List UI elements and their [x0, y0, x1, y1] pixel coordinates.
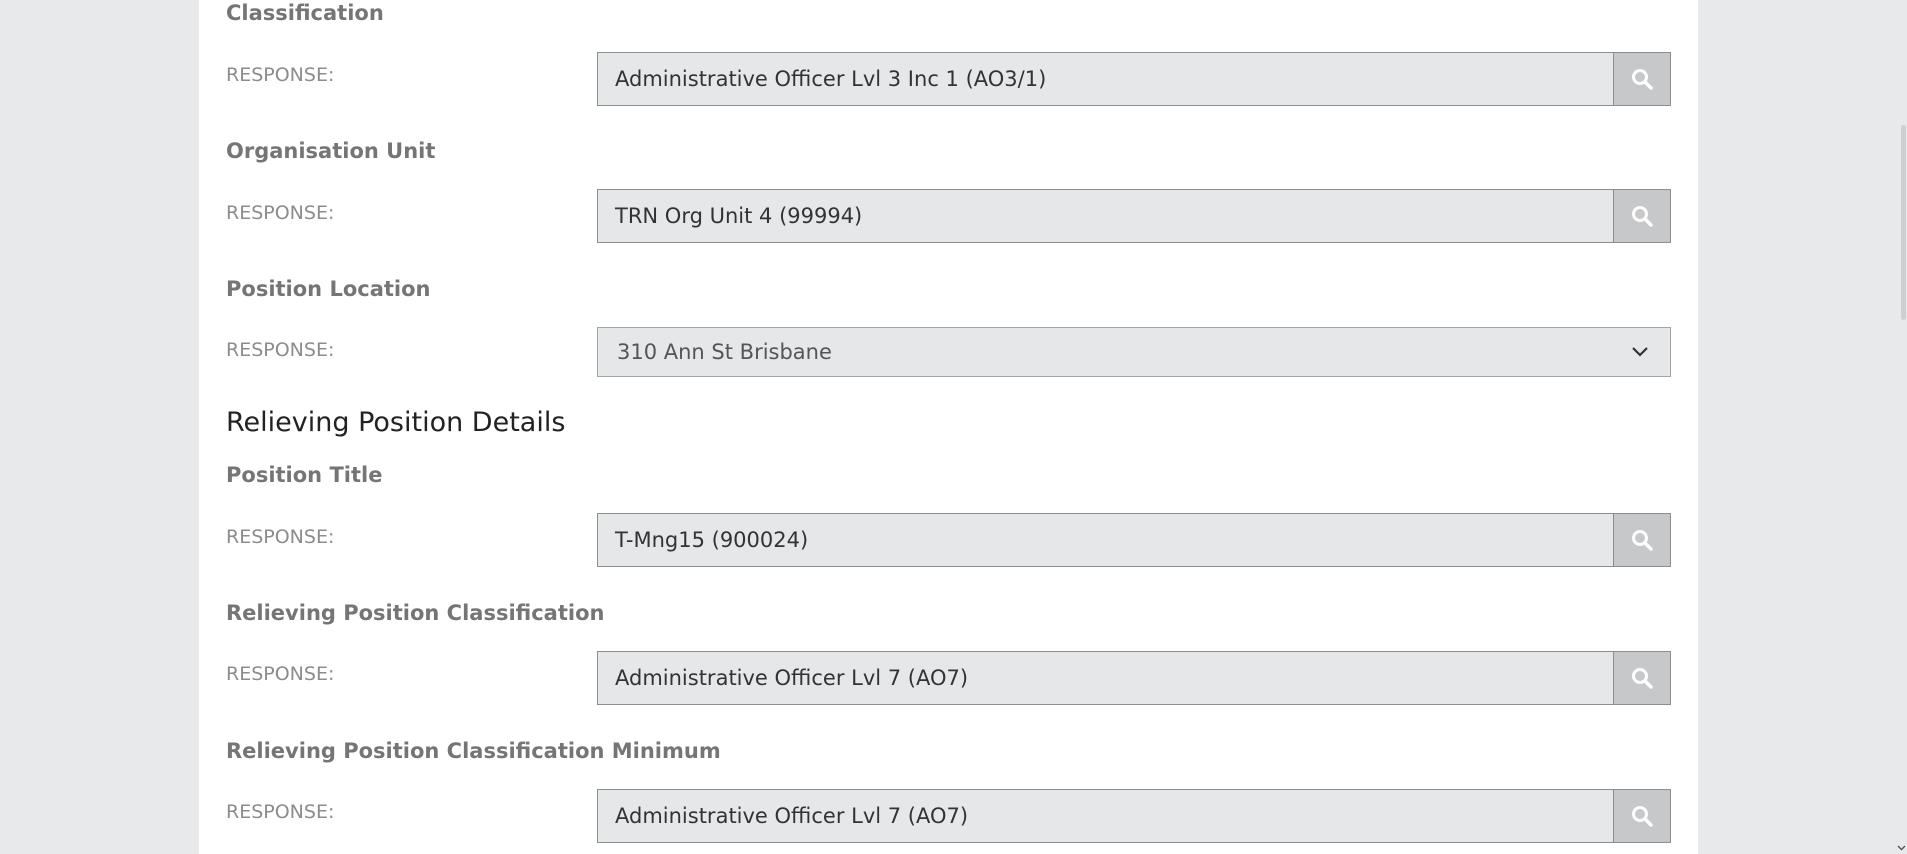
chevron-down-icon — [1632, 347, 1648, 357]
position-location-select[interactable]: 310 Ann St Brisbane — [597, 327, 1671, 377]
position-title-search-button[interactable] — [1613, 514, 1670, 566]
organisation-unit-value[interactable]: TRN Org Unit 4 (99994) — [598, 190, 1613, 242]
scroll-down-arrow-icon[interactable] — [1897, 843, 1906, 852]
relieving-position-classification-minimum-response-label: RESPONSE: — [226, 801, 335, 823]
relieving-position-classification-minimum-field[interactable]: Administrative Officer Lvl 7 (AO7) — [597, 789, 1671, 843]
classification-response-label: RESPONSE: — [226, 64, 335, 86]
organisation-unit-field[interactable]: TRN Org Unit 4 (99994) — [597, 189, 1671, 243]
search-icon — [1632, 69, 1653, 90]
relieving-position-classification-search-button[interactable] — [1613, 652, 1670, 704]
position-location-value[interactable]: 310 Ann St Brisbane — [598, 340, 1610, 364]
organisation-unit-response-label: RESPONSE: — [226, 202, 335, 224]
relieving-position-classification-minimum-value[interactable]: Administrative Officer Lvl 7 (AO7) — [598, 790, 1613, 842]
relieving-position-classification-value[interactable]: Administrative Officer Lvl 7 (AO7) — [598, 652, 1613, 704]
form-panel: Classification RESPONSE: Administrative … — [199, 0, 1698, 854]
relieving-position-classification-label: Relieving Position Classification — [226, 601, 605, 625]
search-icon — [1632, 530, 1653, 551]
search-icon — [1632, 206, 1653, 227]
position-title-response-label: RESPONSE: — [226, 526, 335, 548]
page-scrollbar[interactable] — [1897, 0, 1907, 854]
relieving-position-classification-minimum-search-button[interactable] — [1613, 790, 1670, 842]
classification-label: Classification — [226, 1, 384, 25]
search-icon — [1632, 806, 1653, 827]
position-location-response-label: RESPONSE: — [226, 339, 335, 361]
position-location-label: Position Location — [226, 277, 431, 301]
organisation-unit-search-button[interactable] — [1613, 190, 1670, 242]
relieving-position-details-heading: Relieving Position Details — [226, 407, 566, 438]
organisation-unit-label: Organisation Unit — [226, 139, 436, 163]
classification-value[interactable]: Administrative Officer Lvl 3 Inc 1 (AO3/… — [598, 53, 1613, 105]
search-icon — [1632, 668, 1653, 689]
position-location-toggle[interactable] — [1610, 346, 1670, 358]
relieving-position-classification-minimum-label: Relieving Position Classification Minimu… — [226, 739, 721, 763]
scrollbar-thumb[interactable] — [1901, 125, 1906, 320]
relieving-position-classification-response-label: RESPONSE: — [226, 663, 335, 685]
position-title-field[interactable]: T-Mng15 (900024) — [597, 513, 1671, 567]
classification-search-button[interactable] — [1613, 53, 1670, 105]
position-title-label: Position Title — [226, 463, 383, 487]
classification-field[interactable]: Administrative Officer Lvl 3 Inc 1 (AO3/… — [597, 52, 1671, 106]
relieving-position-classification-field[interactable]: Administrative Officer Lvl 7 (AO7) — [597, 651, 1671, 705]
position-title-value[interactable]: T-Mng15 (900024) — [598, 514, 1613, 566]
